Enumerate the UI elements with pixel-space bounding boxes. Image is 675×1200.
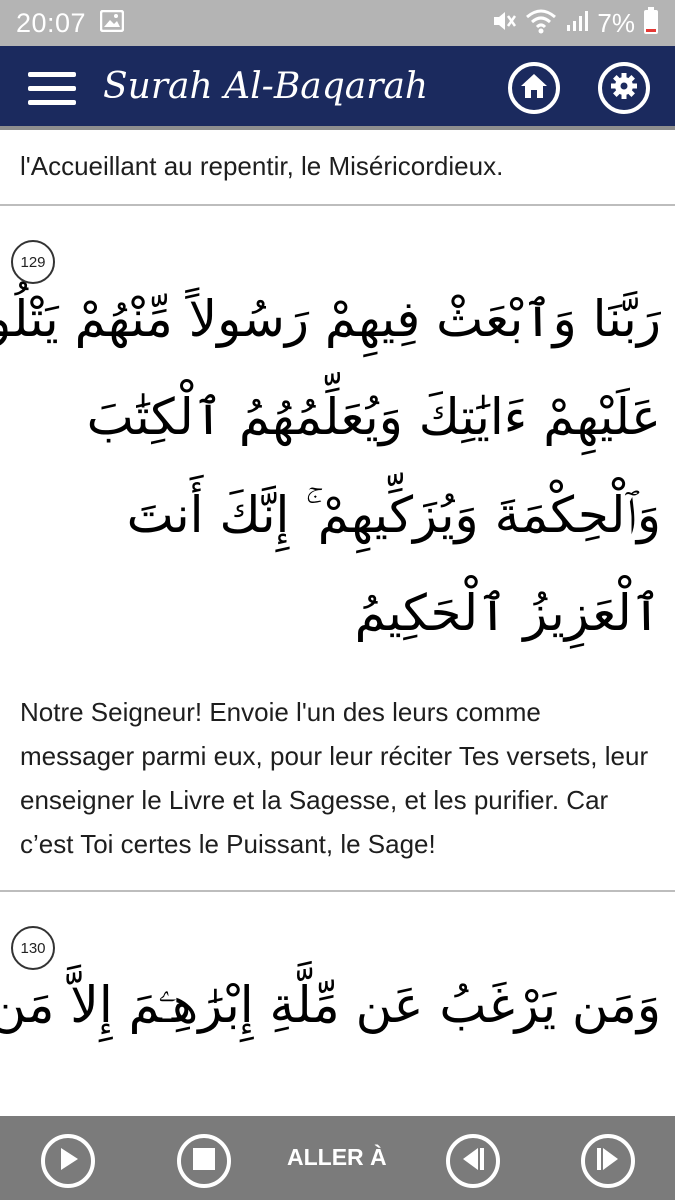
previous-verse-button[interactable] (446, 1134, 500, 1188)
arabic-line: عَلَيْهِمْ ءَايَٰتِكَ وَيُعَلِّمُهُمُ ٱل… (86, 388, 661, 446)
playback-bar: ALLER À (0, 1116, 675, 1200)
status-right: 7% (491, 7, 659, 39)
arabic-text: وَمَن يَرْغَبُ عَن مِّلَّةِ إِبْرَٰهِـۧم… (0, 904, 675, 1054)
settings-icon (609, 71, 639, 105)
battery-icon (643, 7, 659, 39)
verse-129[interactable]: 129 رَبَّنَا وَٱبْعَثْ فِيهِمْ رَسُولاً … (0, 206, 675, 890)
verse-number: 129 (11, 240, 55, 284)
menu-button[interactable] (28, 72, 76, 106)
menu-icon-bar (28, 100, 76, 105)
verse-number: 130 (11, 926, 55, 970)
home-icon (519, 72, 549, 104)
home-button[interactable] (508, 62, 560, 114)
verse-translation: Notre Seigneur! Envoie l'un des leurs co… (20, 697, 649, 859)
signal-icon (565, 9, 589, 37)
arabic-text: رَبَّنَا وَٱبْعَثْ فِيهِمْ رَسُولاً مِّن… (0, 218, 675, 662)
app-title: Surah Al-Baqarah (103, 66, 429, 107)
wifi-icon (525, 8, 557, 38)
arabic-line: رَبَّنَا وَٱبْعَثْ فِيهِمْ رَسُولاً مِّن… (0, 290, 661, 348)
verse-list[interactable]: l'Accueillant au repentir, le Miséricord… (0, 134, 675, 1116)
arabic-line: وَمَن يَرْغَبُ عَن مِّلَّةِ إِبْرَٰهِـۧم… (0, 976, 661, 1034)
app-bar: Surah Al-Baqarah (0, 46, 675, 130)
stop-icon (192, 1147, 216, 1175)
next-verse-button[interactable] (581, 1134, 635, 1188)
mute-icon (491, 8, 517, 38)
menu-icon-bar (28, 72, 76, 77)
status-left: 20:07 (16, 7, 125, 39)
verse-130[interactable]: 130 وَمَن يَرْغَبُ عَن مِّلَّةِ إِبْرَٰه… (0, 892, 675, 1054)
previous-icon (459, 1145, 487, 1177)
play-button[interactable] (41, 1134, 95, 1188)
settings-button[interactable] (598, 62, 650, 114)
stop-button[interactable] (177, 1134, 231, 1188)
arabic-line: ٱلْعَزِيزُ ٱلْحَكِيمُ (354, 584, 661, 642)
menu-icon-bar (28, 86, 76, 91)
status-time: 20:07 (16, 7, 87, 38)
play-icon (55, 1145, 81, 1177)
image-icon (99, 9, 125, 36)
next-icon (594, 1145, 622, 1177)
battery-percent: 7% (597, 7, 635, 38)
arabic-line: وَٱلْحِكْمَةَ وَيُزَكِّيهِمْ ۚ إِنَّكَ أ… (126, 486, 661, 544)
goto-button[interactable]: ALLER À (287, 1144, 387, 1171)
previous-verse-translation: l'Accueillant au repentir, le Miséricord… (20, 151, 504, 181)
status-bar: 20:07 7% (0, 0, 675, 46)
